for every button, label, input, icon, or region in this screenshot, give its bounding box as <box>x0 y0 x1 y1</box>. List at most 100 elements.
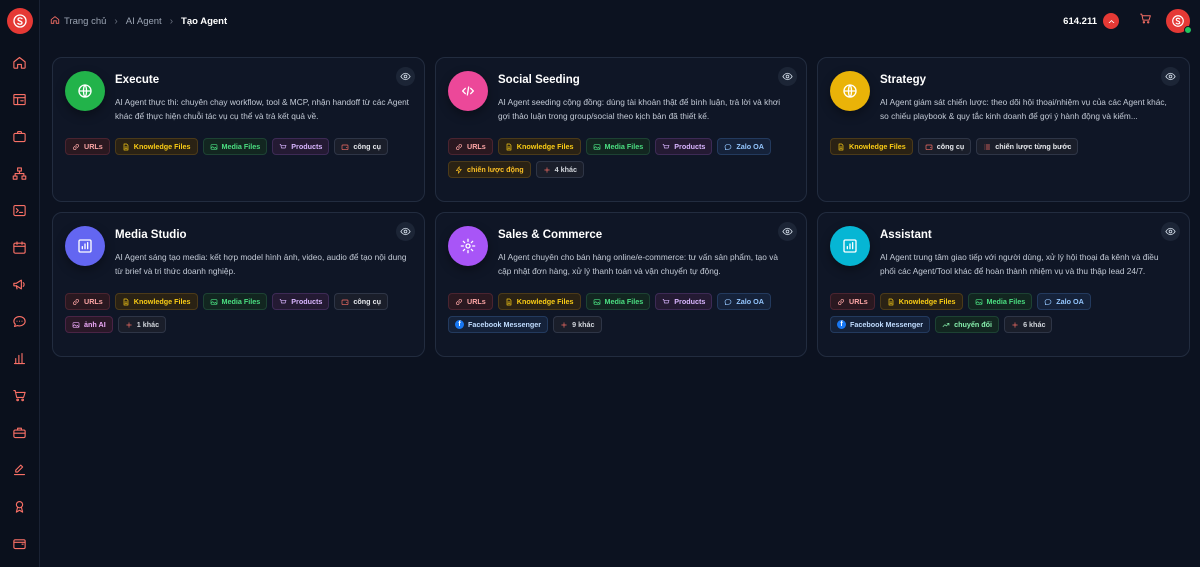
preview-eye-icon[interactable] <box>1161 222 1180 241</box>
breadcrumb-home-icon[interactable] <box>50 15 60 28</box>
agent-card-media-studio[interactable]: Media Studio AI Agent sáng tạo media: kế… <box>52 212 425 357</box>
image-icon <box>975 298 982 305</box>
chat-icon[interactable] <box>9 311 31 333</box>
plus-icon <box>543 166 550 173</box>
plus-icon <box>126 321 132 328</box>
image-icon <box>210 298 217 305</box>
tag-tools: công cụ <box>334 138 388 155</box>
file-icon <box>123 143 129 150</box>
calendar-icon[interactable] <box>9 237 31 259</box>
tag-zalo-oa: Zalo OA <box>717 293 771 310</box>
tag-media-files: Media Files <box>202 138 268 155</box>
logo-icon <box>12 14 27 28</box>
breadcrumb-separator: › <box>114 15 118 27</box>
chat-icon <box>725 143 732 150</box>
capability-tags: URLs Knowledge Files Media Files Product… <box>65 138 415 161</box>
file-icon <box>123 298 129 305</box>
tag-products: Products <box>655 293 713 310</box>
tag-urls: URLs <box>65 293 110 310</box>
tag-media-files: Media Files <box>585 138 651 155</box>
breadcrumb-home[interactable]: Trang chủ <box>64 16 106 27</box>
breadcrumb: Trang chủ › AI Agent › Tạo Agent <box>50 15 227 28</box>
coin-icon[interactable] <box>1103 13 1119 29</box>
tag-zalo-oa: Zalo OA <box>1037 293 1091 310</box>
megaphone-icon[interactable] <box>9 274 31 296</box>
tag-products: Products <box>655 138 713 155</box>
capability-tags: Knowledge Files công cụ chiến lược từng … <box>830 138 1180 161</box>
breadcrumb-current: Tạo Agent <box>181 15 228 27</box>
toolbox-icon[interactable] <box>9 422 31 444</box>
card-title: Execute <box>115 74 160 86</box>
agent-card-assistant[interactable]: Assistant AI Agent trung tâm giao tiếp v… <box>817 212 1190 357</box>
award-icon[interactable] <box>9 496 31 518</box>
app-logo[interactable] <box>6 8 33 34</box>
avatar[interactable] <box>1166 9 1192 34</box>
globe-icon <box>65 71 105 111</box>
image-icon <box>593 298 600 305</box>
cart-icon[interactable] <box>9 385 31 407</box>
preview-eye-icon[interactable] <box>778 222 797 241</box>
card-description: AI Agent trung tâm giao tiếp với người d… <box>880 252 1159 276</box>
sidebar <box>0 0 40 567</box>
tag-knowledge-files: Knowledge Files <box>114 293 198 310</box>
image-icon <box>210 143 217 150</box>
capability-tags: URLs Knowledge Files Media Files Product… <box>448 138 798 184</box>
topbar: Trang chủ › AI Agent › Tạo Agent 614.211 <box>40 0 1200 42</box>
edit-icon[interactable] <box>9 459 31 481</box>
tag-knowledge-files: Knowledge Files <box>830 138 913 155</box>
tag-step-strategy: chiến lược từng bước <box>976 138 1079 155</box>
chat-icon <box>725 298 732 305</box>
breadcrumb-ai-agent[interactable]: AI Agent <box>126 16 162 27</box>
home-icon[interactable] <box>9 52 31 74</box>
cart-icon[interactable] <box>1139 12 1152 30</box>
bars-icon <box>65 226 105 266</box>
briefcase-icon[interactable] <box>9 126 31 148</box>
bars-icon <box>830 226 870 266</box>
wallet-icon <box>925 144 933 150</box>
preview-eye-icon[interactable] <box>778 67 797 86</box>
lightning-icon <box>456 165 462 174</box>
wallet-icon[interactable] <box>9 533 31 555</box>
settings-icon <box>448 226 488 266</box>
code-icon <box>448 71 488 111</box>
cart-icon <box>279 298 287 303</box>
link-icon <box>73 298 79 305</box>
bar-chart-icon[interactable] <box>9 348 31 370</box>
wallet-icon <box>342 144 349 150</box>
tag-urls: URLs <box>448 138 493 155</box>
tag-media-files: Media Files <box>585 293 651 310</box>
card-description: AI Agent seeding cộng đồng: dùng tài kho… <box>498 97 781 121</box>
file-icon <box>506 143 512 150</box>
tag-facebook-messenger: f Facebook Messenger <box>448 316 549 333</box>
preview-eye-icon[interactable] <box>396 222 415 241</box>
agent-template-grid: Execute AI Agent thực thi: chuyên chạy w… <box>52 57 1190 357</box>
capability-tags: URLs Knowledge Files Media Files Product… <box>448 293 798 339</box>
agent-card-social-seeding[interactable]: Social Seeding AI Agent seeding cộng đồn… <box>435 57 807 202</box>
tag-dynamic-strategy: chiến lược động <box>448 161 531 178</box>
agent-card-execute[interactable]: Execute AI Agent thực thi: chuyên chạy w… <box>52 57 425 202</box>
tag-more[interactable]: 9 khác <box>553 316 602 333</box>
tag-knowledge-files: Knowledge Files <box>879 293 963 310</box>
tag-more[interactable]: 6 khác <box>1004 316 1053 333</box>
layout-icon[interactable] <box>9 89 31 111</box>
link-icon <box>456 143 462 150</box>
card-title: Strategy <box>880 74 927 86</box>
preview-eye-icon[interactable] <box>1161 67 1180 86</box>
trend-up-icon <box>942 322 950 327</box>
agent-card-strategy[interactable]: Strategy AI Agent giám sát chiến lược: t… <box>817 57 1190 202</box>
card-description: AI Agent thực thi: chuyên chạy workflow,… <box>115 97 409 121</box>
image-icon <box>72 321 80 328</box>
cart-icon <box>662 143 670 148</box>
sitemap-icon[interactable] <box>9 163 31 185</box>
tag-more[interactable]: 1 khác <box>117 316 167 333</box>
terminal-icon[interactable] <box>9 200 31 222</box>
tag-more[interactable]: 4 khác <box>535 161 585 178</box>
tag-ai-image: ảnh AI <box>65 316 113 333</box>
cart-icon <box>662 298 670 303</box>
agent-card-sales-commerce[interactable]: Sales & Commerce AI Agent chuyên cho bán… <box>435 212 807 357</box>
tag-knowledge-files: Knowledge Files <box>497 138 581 155</box>
preview-eye-icon[interactable] <box>396 67 415 86</box>
image-icon <box>593 143 600 150</box>
wallet-icon <box>342 299 349 305</box>
link-icon <box>73 143 79 150</box>
